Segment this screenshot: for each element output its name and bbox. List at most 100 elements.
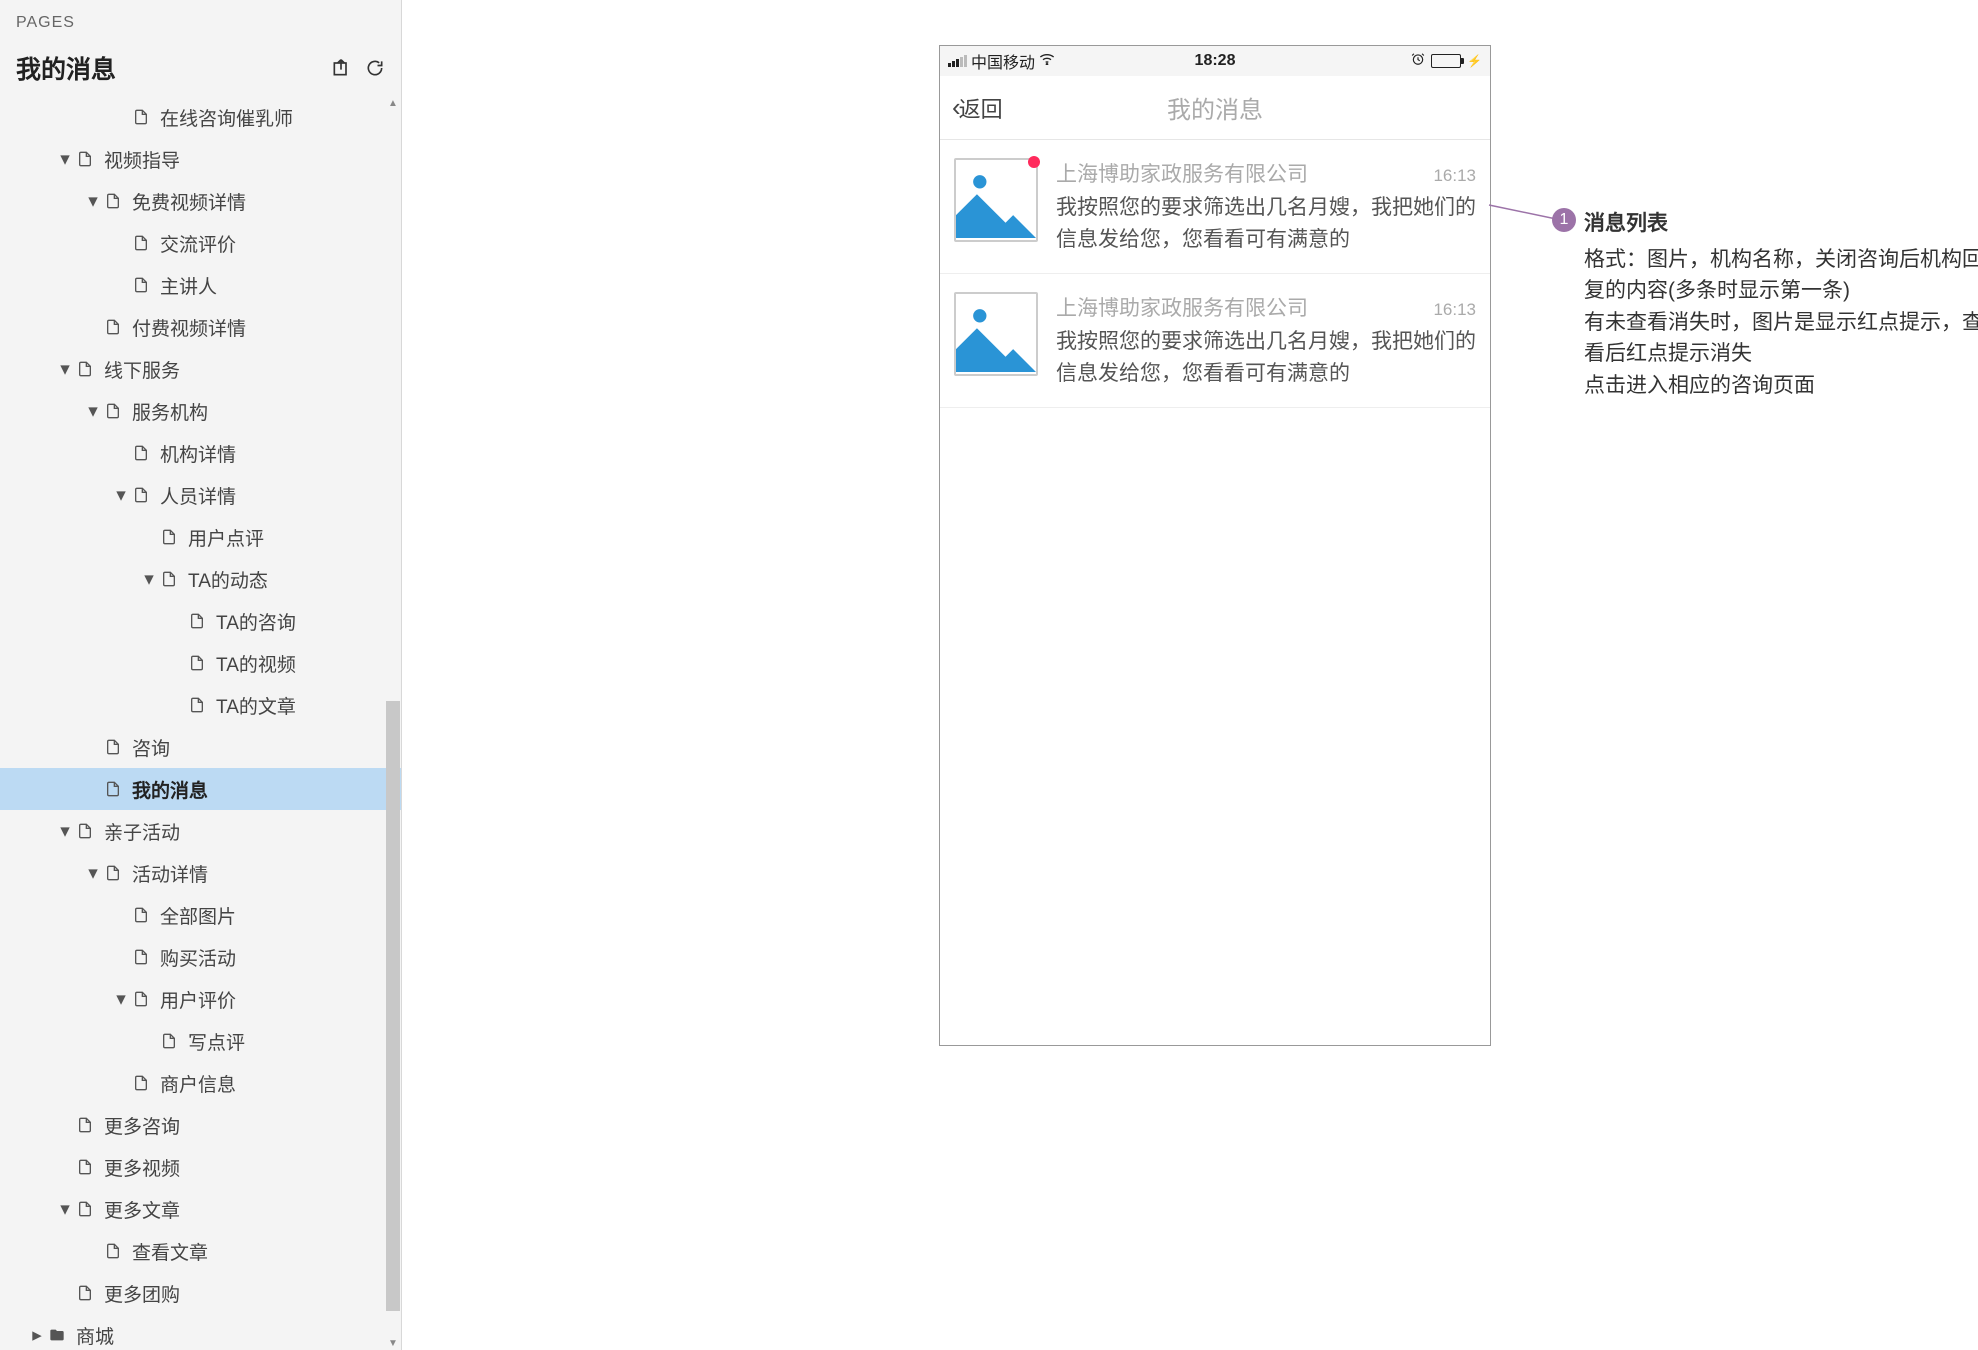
caret-down-icon[interactable]: ▾	[56, 820, 74, 843]
file-icon	[130, 235, 152, 251]
tree-item-5[interactable]: 付费视频详情	[0, 306, 401, 348]
tree-item-24[interactable]: 更多咨询	[0, 1104, 401, 1146]
tree-item-label: 主讲人	[156, 272, 217, 299]
tree-item-label: TA的文章	[212, 692, 296, 719]
file-icon	[74, 1201, 96, 1217]
caret-down-icon[interactable]: ▾	[140, 568, 158, 591]
annotation-marker-1: 1	[1552, 208, 1576, 232]
tree-item-label: 更多咨询	[100, 1112, 180, 1139]
annotation-title: 消息列表	[1584, 208, 1978, 240]
tree-item-17[interactable]: ▾亲子活动	[0, 810, 401, 852]
tree-item-14[interactable]: TA的文章	[0, 684, 401, 726]
caret-down-icon[interactable]: ▾	[56, 358, 74, 381]
tree-item-29[interactable]: ▸商城	[0, 1314, 401, 1350]
caret-down-icon[interactable]: ▾	[84, 190, 102, 213]
file-icon	[130, 445, 152, 461]
tree-item-28[interactable]: 更多团购	[0, 1272, 401, 1314]
file-icon	[102, 1243, 124, 1259]
share-icon[interactable]	[331, 58, 351, 78]
tree-item-7[interactable]: ▾服务机构	[0, 390, 401, 432]
tree-item-16[interactable]: 我的消息	[0, 768, 401, 810]
tree-item-19[interactable]: 全部图片	[0, 894, 401, 936]
caret-down-icon[interactable]: ▾	[84, 862, 102, 885]
tree-item-9[interactable]: ▾人员详情	[0, 474, 401, 516]
tree-item-label: 更多团购	[100, 1280, 180, 1307]
tree-item-12[interactable]: TA的咨询	[0, 600, 401, 642]
alarm-icon	[1411, 52, 1425, 71]
tree-item-26[interactable]: ▾ 更多文章	[0, 1188, 401, 1230]
tree-item-label: 全部图片	[156, 902, 236, 929]
file-icon	[130, 991, 152, 1007]
unread-dot	[1028, 156, 1040, 168]
tree-item-label: 更多文章	[100, 1196, 180, 1223]
tree-item-label: TA的动态	[184, 566, 268, 593]
caret-down-icon[interactable]: ▾	[56, 1198, 74, 1221]
battery-icon	[1431, 54, 1461, 68]
pages-header: PAGES	[0, 0, 401, 42]
file-icon	[158, 529, 180, 545]
tree-item-1[interactable]: ▾视频指导	[0, 138, 401, 180]
wifi-icon	[1039, 52, 1055, 70]
tree-item-label: 免费视频详情	[128, 188, 246, 215]
message-sender: 上海博助家政服务有限公司	[1056, 158, 1433, 188]
tree-item-3[interactable]: 交流评价	[0, 222, 401, 264]
tree-item-label: 查看文章	[128, 1238, 208, 1265]
tree-item-13[interactable]: TA的视频	[0, 642, 401, 684]
tree-item-23[interactable]: 商户信息	[0, 1062, 401, 1104]
tree-item-18[interactable]: ▾活动详情	[0, 852, 401, 894]
caret-right-icon[interactable]: ▸	[28, 1324, 46, 1347]
tree-item-21[interactable]: ▾用户评价	[0, 978, 401, 1020]
tree-item-label: TA的咨询	[212, 608, 296, 635]
back-label: 返回	[959, 92, 1003, 124]
tree-scrollbar[interactable]: ▲ ▼	[386, 96, 400, 1350]
nav-bar: ‹ 返回 我的消息	[940, 76, 1490, 140]
scrollbar-thumb[interactable]	[386, 701, 400, 1311]
file-icon	[74, 151, 96, 167]
tree-item-27[interactable]: 查看文章	[0, 1230, 401, 1272]
charging-icon: ⚡	[1467, 54, 1482, 68]
scroll-down-arrow[interactable]: ▼	[386, 1336, 400, 1350]
file-icon	[74, 1159, 96, 1175]
tree-item-8[interactable]: 机构详情	[0, 432, 401, 474]
caret-down-icon[interactable]: ▾	[112, 484, 130, 507]
caret-down-icon[interactable]: ▾	[112, 988, 130, 1011]
message-thumb	[954, 292, 1038, 376]
tree-item-0[interactable]: 在线咨询催乳师	[0, 96, 401, 138]
tree-item-20[interactable]: 购买活动	[0, 936, 401, 978]
refresh-icon[interactable]	[365, 58, 385, 78]
tree-item-label: 线下服务	[100, 356, 180, 383]
file-icon	[130, 487, 152, 503]
file-icon	[102, 403, 124, 419]
caret-down-icon[interactable]: ▾	[56, 148, 74, 171]
file-icon	[102, 739, 124, 755]
file-icon	[130, 277, 152, 293]
file-icon	[102, 865, 124, 881]
message-preview: 我按照您的要求筛选出几名月嫂，我把她们的信息发给您，您看看可有满意的	[1056, 192, 1476, 255]
back-button[interactable]: ‹ 返回	[952, 92, 1003, 124]
tree-item-label: TA的视频	[212, 650, 296, 677]
message-row[interactable]: 上海博助家政服务有限公司16:13我按照您的要求筛选出几名月嫂，我把她们的信息发…	[940, 274, 1490, 408]
caret-down-icon[interactable]: ▾	[84, 400, 102, 423]
tree-item-25[interactable]: 更多视频	[0, 1146, 401, 1188]
tree-item-6[interactable]: ▾ 线下服务	[0, 348, 401, 390]
message-time: 16:13	[1433, 166, 1476, 186]
tree-item-11[interactable]: ▾ TA的动态	[0, 558, 401, 600]
carrier-label: 中国移动	[971, 49, 1035, 73]
tree-item-4[interactable]: 主讲人	[0, 264, 401, 306]
tree-item-15[interactable]: 咨询	[0, 726, 401, 768]
canvas: 中国移动 18:28 ⚡ ‹ 返回 我的消息 上海博助家政服务有限公司16:13…	[402, 0, 1978, 1350]
clock: 18:28	[1195, 52, 1236, 70]
signal-icon	[948, 55, 967, 67]
file-icon	[74, 1117, 96, 1133]
page-title: 我的消息	[16, 50, 317, 86]
tree-item-22[interactable]: 写点评	[0, 1020, 401, 1062]
tree-item-2[interactable]: ▾ 免费视频详情	[0, 180, 401, 222]
tree-item-10[interactable]: 用户点评	[0, 516, 401, 558]
file-icon	[158, 571, 180, 587]
message-row[interactable]: 上海博助家政服务有限公司16:13 我按照您的要求筛选出几名月嫂，我把她们的信息发…	[940, 140, 1490, 274]
tree-item-label: 更多视频	[100, 1154, 180, 1181]
scroll-up-arrow[interactable]: ▲	[386, 96, 400, 110]
file-icon	[74, 361, 96, 377]
annotation-body: 格式：图片，机构名称，关闭咨询后机构回复的内容(多条时显示第一条)有未查看消失时…	[1584, 244, 1978, 402]
annotation-1: 消息列表 格式：图片，机构名称，关闭咨询后机构回复的内容(多条时显示第一条)有未…	[1584, 208, 1978, 401]
